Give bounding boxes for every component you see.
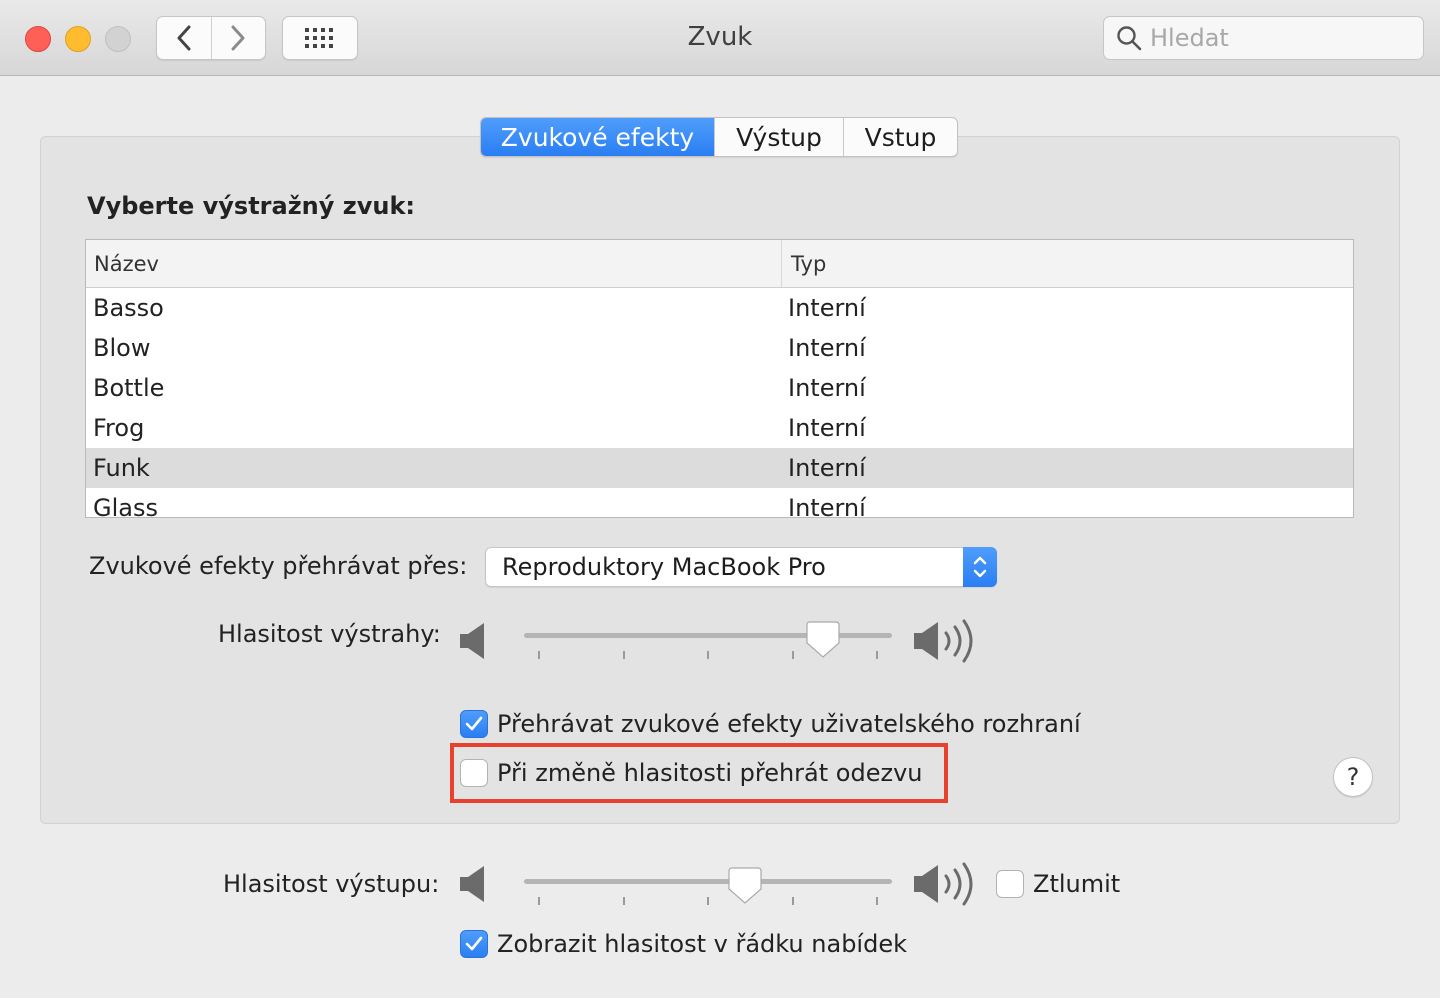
volume-feedback-label[interactable]: Při změně hlasitosti přehrát odezvu <box>497 759 922 787</box>
forward-chevron-icon <box>231 25 245 51</box>
output-device-popup[interactable]: Reproduktory MacBook Pro <box>485 547 997 587</box>
show-in-menu-bar-label[interactable]: Zobrazit hlasitost v řádku nabídek <box>497 930 907 958</box>
output-volume-slider[interactable] <box>524 867 892 917</box>
help-button[interactable]: ? <box>1333 757 1373 797</box>
column-header-name[interactable]: Název <box>86 240 782 287</box>
speaker-high-icon <box>914 619 973 663</box>
slider-tick <box>622 897 625 905</box>
ui-sounds-label[interactable]: Přehrávat zvukové efekty uživatelského r… <box>497 710 1081 738</box>
row-name: Frog <box>93 414 145 442</box>
slider-tick <box>791 651 794 659</box>
row-type: Interní <box>788 334 866 362</box>
slider-tick <box>538 651 540 659</box>
output-device-value: Reproduktory MacBook Pro <box>502 553 826 581</box>
close-window-button[interactable] <box>25 26 51 52</box>
row-name: Funk <box>93 454 150 482</box>
zoom-window-button <box>105 26 131 52</box>
tab-sound-effects[interactable]: Zvukové efekty <box>481 118 714 156</box>
table-row[interactable]: Basso Interní <box>86 288 1353 328</box>
grid-icon <box>305 28 333 48</box>
table-row[interactable]: Glass Interní <box>86 488 1353 518</box>
alert-sound-heading: Vyberte výstražný zvuk: <box>87 192 416 220</box>
alert-volume-label: Hlasitost výstrahy: <box>218 620 441 648</box>
slider-tick <box>876 651 878 659</box>
mute-label[interactable]: Ztlumit <box>1033 870 1120 898</box>
row-name: Basso <box>93 294 164 322</box>
slider-thumb[interactable] <box>806 621 840 659</box>
slider-thumb[interactable] <box>728 867 762 905</box>
output-volume-label: Hlasitost výstupu: <box>223 870 440 898</box>
slider-track <box>524 879 892 884</box>
speaker-low-icon <box>460 623 484 659</box>
back-chevron-icon <box>177 25 191 51</box>
row-type: Interní <box>788 454 866 482</box>
slider-tick <box>538 897 540 905</box>
row-name: Blow <box>93 334 151 362</box>
slider-tick <box>876 897 878 905</box>
show-all-button[interactable] <box>282 16 358 60</box>
speaker-low-icon <box>460 866 484 902</box>
table-row[interactable]: Bottle Interní <box>86 368 1353 408</box>
search-input[interactable] <box>1150 24 1410 52</box>
table-row[interactable]: Blow Interní <box>86 328 1353 368</box>
slider-tick <box>707 897 709 905</box>
back-button[interactable] <box>157 17 211 59</box>
slider-tick <box>791 897 794 905</box>
checkmark-icon <box>465 936 483 951</box>
forward-button[interactable] <box>210 17 265 59</box>
table-row-selected[interactable]: Funk Interní <box>86 448 1353 488</box>
row-name: Glass <box>93 494 158 518</box>
tab-bar: Zvukové efekty Výstup Vstup <box>480 117 958 157</box>
table-header: Název Typ <box>86 240 1353 288</box>
play-through-label: Zvukové efekty přehrávat přes: <box>89 552 468 580</box>
show-in-menu-bar-checkbox[interactable] <box>460 930 488 958</box>
ui-sounds-checkbox[interactable] <box>460 710 488 738</box>
volume-feedback-checkbox[interactable] <box>460 759 488 787</box>
row-type: Interní <box>788 414 866 442</box>
popup-stepper-icon <box>973 556 987 578</box>
mute-checkbox[interactable] <box>996 870 1024 898</box>
tab-input[interactable]: Vstup <box>843 118 957 156</box>
slider-tick <box>622 651 625 659</box>
title-bar: Zvuk <box>0 0 1440 76</box>
slider-tick <box>707 651 709 659</box>
row-type: Interní <box>788 494 866 518</box>
search-icon <box>1117 26 1142 51</box>
table-row[interactable]: Frog Interní <box>86 408 1353 448</box>
row-type: Interní <box>788 374 866 402</box>
speaker-high-icon <box>914 862 973 906</box>
checkmark-icon <box>465 716 483 731</box>
minimize-window-button[interactable] <box>65 26 91 52</box>
search-field[interactable] <box>1103 16 1424 60</box>
alert-volume-slider[interactable] <box>524 621 892 671</box>
navigation-buttons <box>156 16 266 60</box>
popup-stepper[interactable] <box>963 547 997 587</box>
alert-sound-table[interactable]: Název Typ Basso Interní Blow Interní Bot… <box>85 239 1354 518</box>
tab-output[interactable]: Výstup <box>714 118 843 156</box>
row-name: Bottle <box>93 374 165 402</box>
row-type: Interní <box>788 294 866 322</box>
column-header-type[interactable]: Typ <box>782 252 826 276</box>
